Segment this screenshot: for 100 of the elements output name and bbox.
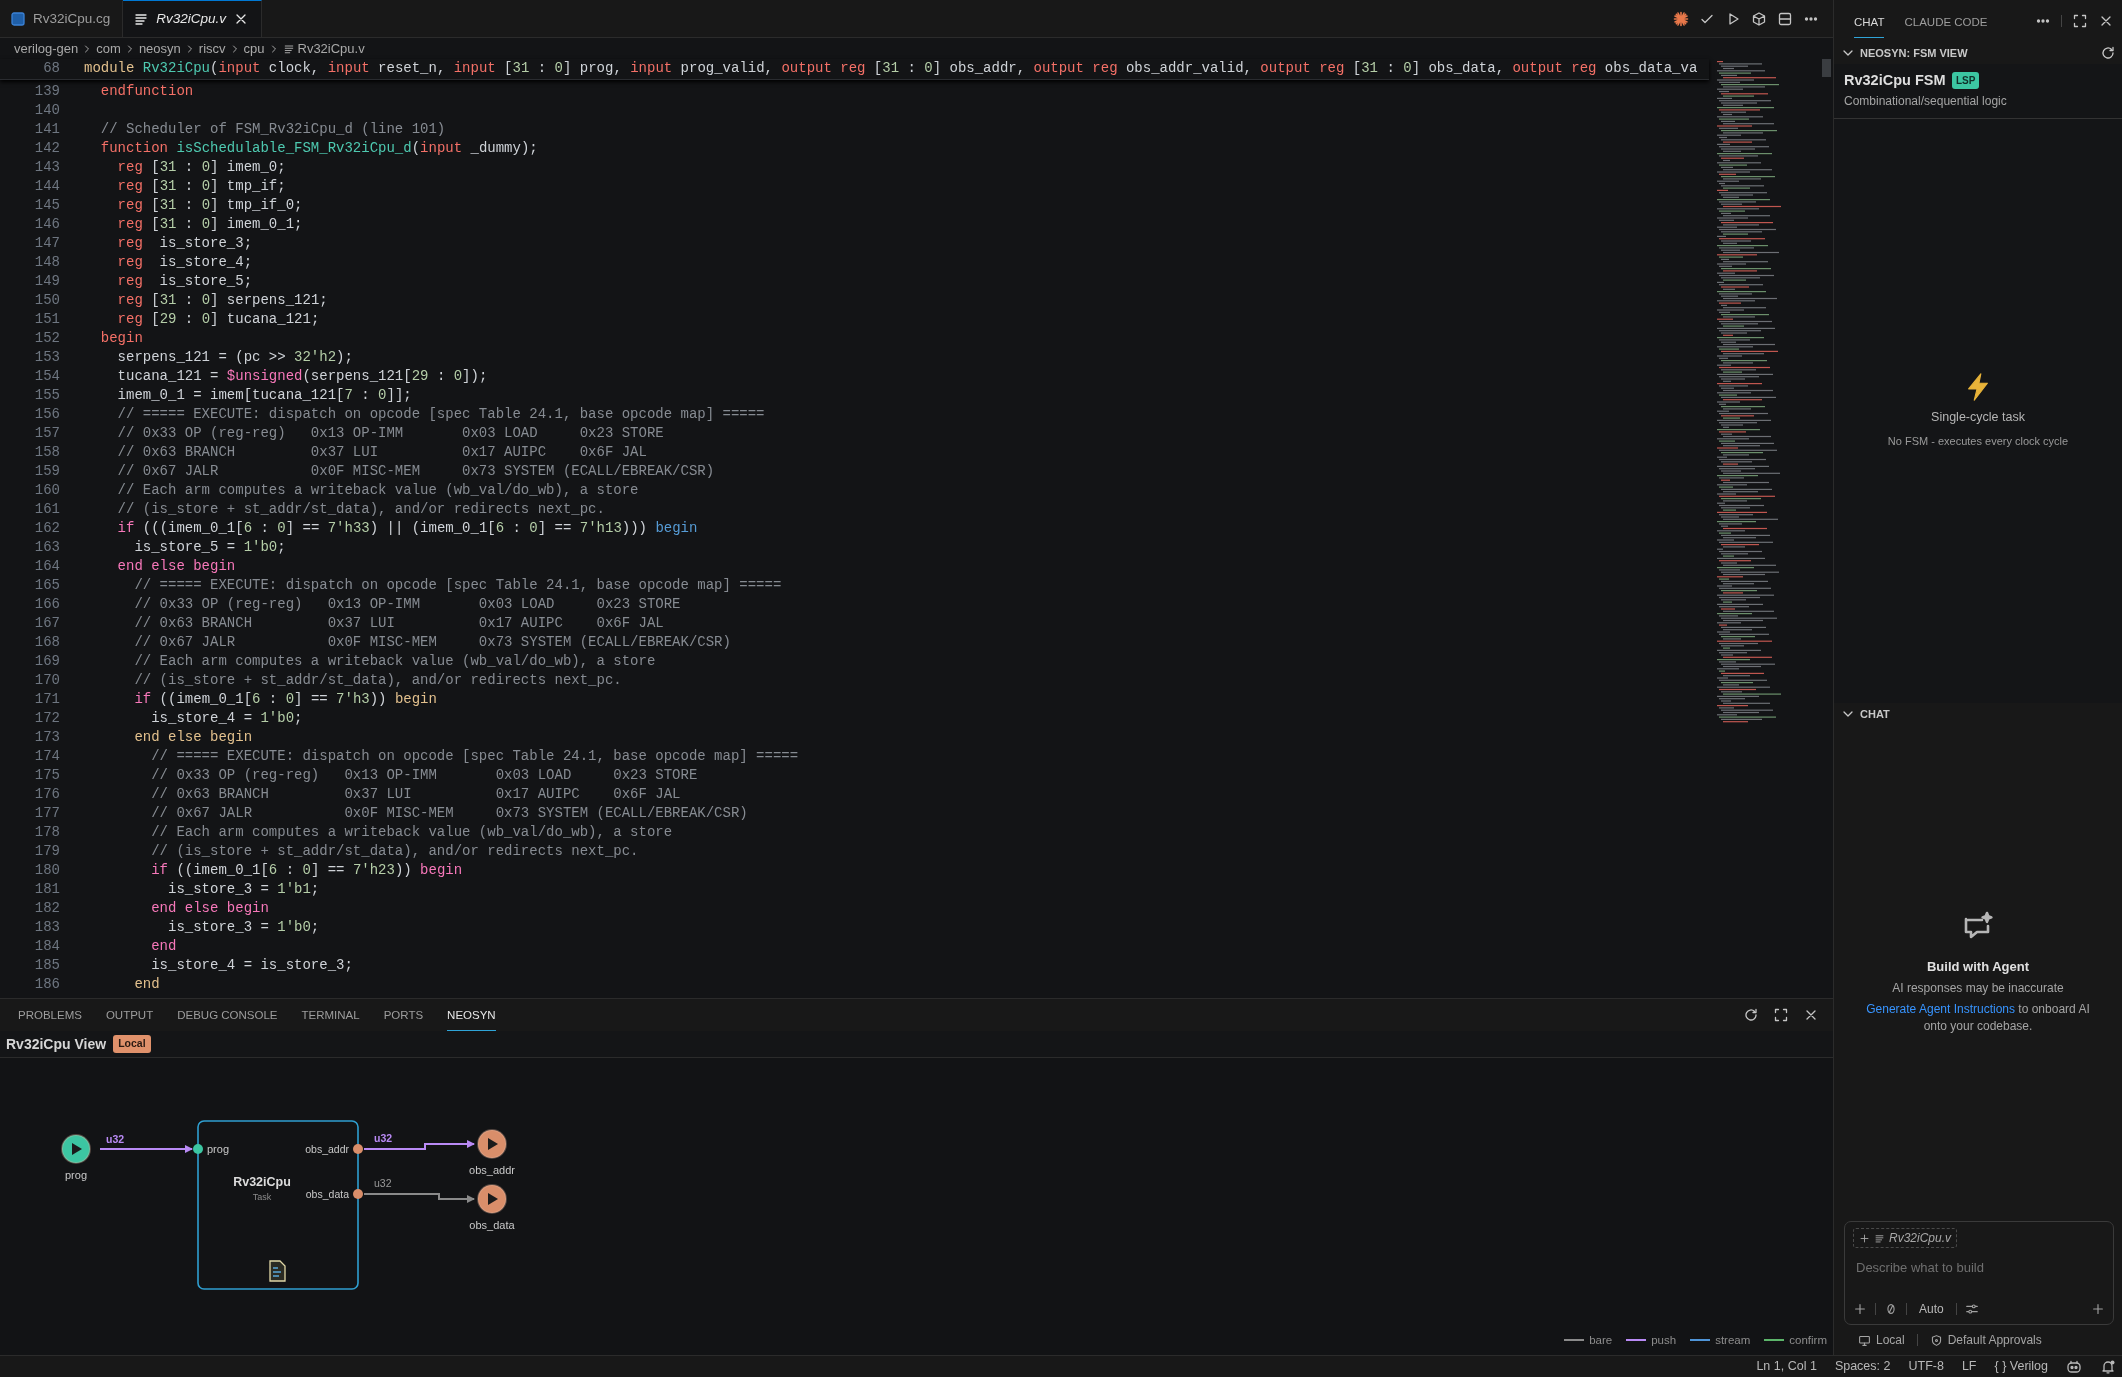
code-line: // 0x33 OP (reg-reg) 0x13 OP-IMM 0x03 LOAD 0x23 STORE [116, 424, 664, 443]
legend-label: stream [1715, 1332, 1751, 1348]
cube-icon[interactable] [1751, 10, 1767, 27]
bell-icon[interactable] [2100, 1358, 2116, 1375]
plus-icon[interactable] [2091, 1302, 2105, 1316]
line-number: 142 [33, 139, 61, 158]
code-line: // 0x63 BRANCH 0x37 LUI 0x17 AUIPC 0x6F JAL [133, 614, 664, 633]
footer-item[interactable]: Default Approvals [1947, 1331, 2042, 1349]
code-line: end [133, 975, 160, 994]
empty-title: Build with Agent [1926, 957, 2030, 976]
line-number: 152 [33, 329, 61, 348]
line-number: 186 [33, 975, 61, 994]
node-label: prog [65, 1169, 87, 1181]
line-number: 145 [33, 196, 61, 215]
breadcrumb-item[interactable]: com [96, 38, 121, 59]
panel-tab[interactable]: PROBLEMS [18, 998, 82, 1032]
port-dot[interactable] [353, 1144, 363, 1154]
line-number: 149 [33, 272, 61, 291]
code-line: module Rv32iCpu(input clock, input reset_n, input [31 : 0] prog, input prog_valid, output reg [31 : 0] obs_addr, output reg obs_addr_valid, output reg [31 : 0] obs_data, output reg obs_data_va [84, 59, 1698, 78]
scrollbar-thumb[interactable] [1822, 59, 1831, 77]
footer-item[interactable]: Local [1876, 1331, 1905, 1349]
breadcrumb-item[interactable]: neosyn [138, 38, 181, 59]
mode-button[interactable]: Auto [1915, 1300, 1948, 1318]
line-number: 163 [33, 538, 61, 557]
module-name: Rv32iCpu [233, 1175, 291, 1189]
sliders-icon[interactable] [1964, 1302, 1979, 1316]
code-line: serpens_121 = (pc >> 32'h2); [116, 348, 353, 367]
plus-icon[interactable] [1853, 1302, 1867, 1316]
line-number: 159 [33, 462, 61, 481]
status-item[interactable]: LF [1961, 1357, 1977, 1376]
line-number: 174 [33, 747, 61, 766]
maximize-icon[interactable] [2072, 13, 2088, 29]
section-header[interactable]: NEOSYN: FSM VIEW [1860, 44, 1968, 62]
panel-tab[interactable]: DEBUG CONSOLE [177, 998, 278, 1032]
maximize-icon[interactable] [1773, 1007, 1789, 1023]
code-line: imem_0_1 = imem[tucana_121[7 : 0]]; [116, 386, 412, 405]
code-line: end else begin [133, 728, 253, 747]
line-number: 161 [33, 500, 61, 519]
code-line: // 0x33 OP (reg-reg) 0x13 OP-IMM 0x03 LOAD 0x23 STORE [150, 766, 698, 785]
play-node[interactable] [477, 1184, 507, 1214]
fsm-title: Rv32iCpu FSM [1844, 71, 1946, 90]
code-line: // 0x67 JALR 0x0F MISC-MEM 0x73 SYSTEM (ECALL/EBREAK/CSR) [133, 633, 731, 652]
code-line: endfunction [99, 82, 194, 101]
module-box[interactable] [197, 1120, 359, 1290]
code-line: // Each arm computes a writeback value (wb_val/do_wb), a store [116, 481, 639, 500]
status-item[interactable]: UTF-8 [1908, 1357, 1944, 1376]
robot-icon[interactable] [2066, 1358, 2082, 1375]
chat-input[interactable]: Rv32iCpu.v Describe what to build Auto [1844, 1221, 2114, 1325]
play-node[interactable] [477, 1129, 507, 1159]
line-number: 165 [33, 576, 61, 595]
monitor-icon [1858, 1333, 1871, 1347]
line-number: 168 [33, 633, 61, 652]
line-number: 184 [33, 937, 61, 956]
code-line: end else begin [150, 899, 269, 918]
port-dot[interactable] [193, 1144, 203, 1154]
line-number: 141 [33, 120, 61, 139]
node-label: obs_addr [469, 1164, 515, 1176]
status-item[interactable]: Spaces: 2 [1834, 1357, 1891, 1376]
code-line: reg is_store_3; [116, 234, 253, 253]
context-chip[interactable]: Rv32iCpu.v [1853, 1228, 1958, 1248]
breadcrumb-item[interactable]: Rv32iCpu.v [297, 38, 365, 59]
line-number: 155 [33, 386, 61, 405]
code-line: // ===== EXECUTE: dispatch on opcode [spec Table 24.1, base opcode map] ===== [116, 405, 765, 424]
line-number: 177 [33, 804, 61, 823]
split-layout-icon[interactable] [1777, 10, 1793, 27]
port-label: prog [207, 1143, 230, 1155]
port-dot[interactable] [353, 1189, 363, 1199]
panel-tab[interactable]: TERMINAL [301, 998, 360, 1032]
panel-tab[interactable]: CLAUDE CODE [1904, 3, 1988, 39]
refresh-icon[interactable] [2100, 45, 2116, 61]
line-number: 144 [33, 177, 61, 196]
code-line: // Each arm computes a writeback value (wb_val/do_wb), a store [150, 823, 673, 842]
asterisk-icon[interactable] [1673, 10, 1689, 27]
panel-tab[interactable]: CHAT [1854, 3, 1885, 39]
breadcrumb-item[interactable]: verilog-gen [14, 38, 79, 59]
line-number: 179 [33, 842, 61, 861]
code-line: is_store_5 = 1'b0; [133, 538, 286, 557]
port-label: obs_addr [305, 1143, 349, 1155]
play-node[interactable] [61, 1134, 91, 1164]
panel-tab[interactable]: OUTPUT [105, 998, 154, 1032]
line-number: 178 [33, 823, 61, 842]
breadcrumb-item[interactable]: cpu [243, 38, 265, 59]
code-line: // ===== EXECUTE: dispatch on opcode [spec Table 24.1, base opcode map] ===== [133, 576, 782, 595]
status-item[interactable]: Ln 1, Col 1 [1756, 1357, 1817, 1376]
agent-instructions-link[interactable]: Generate Agent Instructions [1866, 1002, 2015, 1017]
edge-label: u32 [106, 1133, 125, 1145]
panel-tab[interactable]: PORTS [383, 998, 424, 1032]
section-header[interactable]: CHAT [1860, 705, 1890, 722]
line-number: 153 [33, 348, 61, 367]
code-line: tucana_121 = $unsigned(serpens_121[29 : 0]); [116, 367, 488, 386]
slash-icon[interactable] [1884, 1302, 1898, 1316]
breadcrumb-item[interactable]: riscv [198, 38, 226, 59]
code-line: reg [31 : 0] imem_0_1; [116, 215, 303, 234]
code-line: // Each arm computes a writeback value (wb_val/do_wb), a store [133, 652, 656, 671]
edge-label: u32 [374, 1132, 393, 1144]
editor-tab[interactable]: Rv32iCpu.v [123, 0, 263, 37]
status-item[interactable]: { } Verilog [1994, 1357, 2048, 1376]
code-line: end else begin [116, 557, 236, 576]
refresh-icon[interactable] [1743, 1007, 1759, 1023]
line-number: 172 [33, 709, 61, 728]
